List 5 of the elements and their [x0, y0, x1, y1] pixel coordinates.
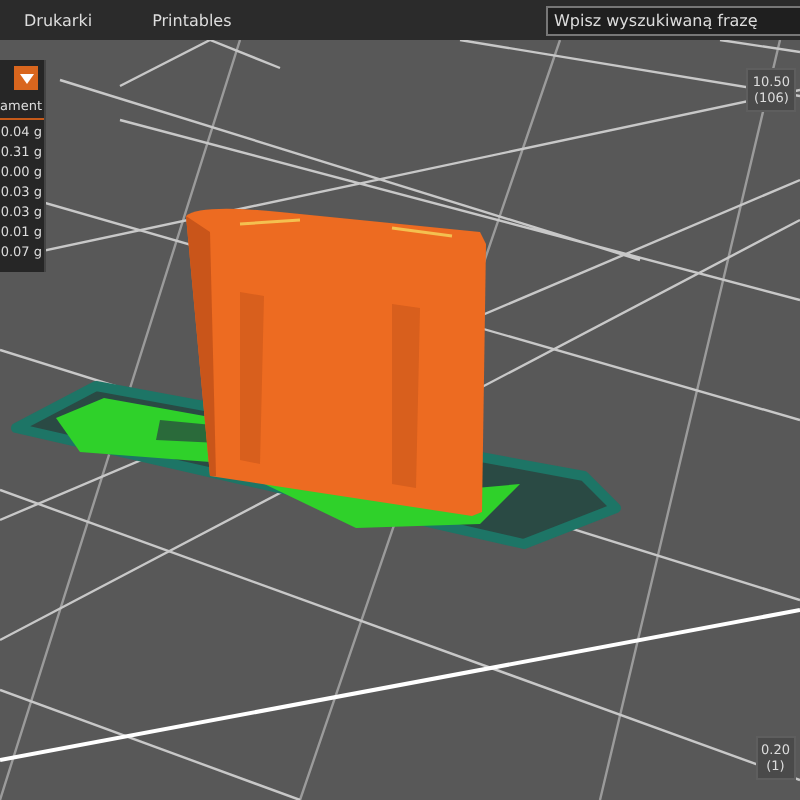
nav-tab[interactable]: Printables — [136, 7, 248, 33]
caret-icon — [19, 73, 33, 83]
search-field[interactable]: Wpisz wyszukiwaną frazę — [546, 5, 800, 35]
dropdown-button[interactable] — [14, 66, 38, 90]
nav-tab[interactable]: Drukarki — [8, 7, 109, 33]
